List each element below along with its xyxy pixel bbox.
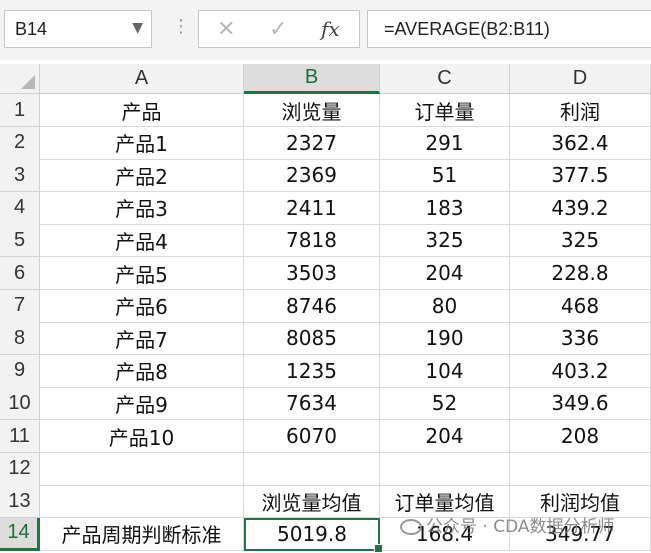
cell-a12[interactable] — [40, 452, 244, 486]
fill-handle[interactable] — [374, 544, 383, 553]
cell-a11[interactable]: 产品10 — [40, 420, 244, 453]
row-header-7[interactable]: 7 — [0, 289, 40, 323]
cell-a3[interactable]: 产品2 — [40, 159, 244, 193]
formula-bar: B14 ▼ ⋮ ✕ ✓ fx =AVERAGE(B2:B11) — [0, 0, 651, 60]
cell-a14[interactable]: 产品周期判断标准 — [40, 517, 244, 551]
cell-d8[interactable]: 336 — [510, 322, 651, 356]
formula-text: =AVERAGE(B2:B11) — [384, 19, 550, 39]
cell-d2[interactable]: 362.4 — [510, 126, 651, 160]
cell-a9[interactable]: 产品8 — [40, 354, 244, 388]
cell-b2[interactable]: 2327 — [244, 126, 380, 160]
cell-c6[interactable]: 204 — [380, 257, 510, 290]
cell-a6[interactable]: 产品5 — [40, 257, 244, 290]
cell-b8[interactable]: 8085 — [244, 322, 380, 356]
row-header-9[interactable]: 9 — [0, 354, 40, 388]
cell-d4[interactable]: 439.2 — [510, 191, 651, 225]
cell-d9[interactable]: 403.2 — [510, 354, 651, 388]
row-header-1[interactable]: 1 — [0, 94, 40, 127]
cell-c3[interactable]: 51 — [380, 159, 510, 193]
cell-c5[interactable]: 325 — [380, 224, 510, 258]
cell-c9[interactable]: 104 — [380, 354, 510, 388]
cell-a2[interactable]: 产品1 — [40, 126, 244, 160]
cell-a5[interactable]: 产品4 — [40, 224, 244, 258]
function-icon[interactable]: fx — [321, 17, 340, 41]
row-header-13[interactable]: 13 — [0, 485, 40, 519]
column-header-b[interactable]: B — [244, 64, 380, 94]
cell-c1[interactable]: 订单量 — [380, 94, 510, 127]
watermark: 公众号 · CDA数据分析师 — [400, 512, 615, 537]
column-header-d[interactable]: D — [510, 64, 651, 94]
cell-c11[interactable]: 204 — [380, 420, 510, 453]
column-header-a[interactable]: A — [40, 64, 244, 94]
cell-b12[interactable] — [244, 452, 380, 486]
name-box-value: B14 — [15, 19, 48, 39]
cell-b5[interactable]: 7818 — [244, 224, 380, 258]
row-header-8[interactable]: 8 — [0, 322, 40, 356]
cell-d11[interactable]: 208 — [510, 420, 651, 453]
cell-a7[interactable]: 产品6 — [40, 289, 244, 323]
formula-buttons: ✕ ✓ fx — [198, 10, 360, 48]
cell-a10[interactable]: 产品9 — [40, 387, 244, 421]
check-icon[interactable]: ✓ — [269, 17, 287, 42]
column-header-c[interactable]: C — [380, 64, 510, 94]
cell-a13[interactable] — [40, 485, 244, 519]
cell-b3[interactable]: 2369 — [244, 159, 380, 193]
cell-a1[interactable]: 产品 — [40, 94, 244, 127]
row-header-4[interactable]: 4 — [0, 191, 40, 225]
row-header-2[interactable]: 2 — [0, 126, 40, 160]
cell-c4[interactable]: 183 — [380, 191, 510, 225]
cell-b10[interactable]: 7634 — [244, 387, 380, 421]
cell-d6[interactable]: 228.8 — [510, 257, 651, 290]
select-all-button[interactable] — [0, 64, 40, 94]
formula-input[interactable]: =AVERAGE(B2:B11) — [367, 10, 651, 48]
cell-c8[interactable]: 190 — [380, 322, 510, 356]
cell-b4[interactable]: 2411 — [244, 191, 380, 225]
row-header-11[interactable]: 11 — [0, 420, 40, 453]
cell-c7[interactable]: 80 — [380, 289, 510, 323]
chevron-down-icon[interactable]: ▼ — [132, 20, 143, 36]
cell-b13[interactable]: 浏览量均值 — [244, 485, 380, 519]
cell-c2[interactable]: 291 — [380, 126, 510, 160]
cell-d3[interactable]: 377.5 — [510, 159, 651, 193]
cell-b11[interactable]: 6070 — [244, 420, 380, 453]
cell-c12[interactable] — [380, 452, 510, 486]
drag-handle-icon[interactable]: ⋮ — [172, 18, 190, 36]
cell-b14[interactable]: 5019.8 — [244, 517, 380, 551]
row-header-5[interactable]: 5 — [0, 224, 40, 258]
cell-b1[interactable]: 浏览量 — [244, 94, 380, 127]
row-header-12[interactable]: 12 — [0, 452, 40, 486]
row-header-14[interactable]: 14 — [0, 517, 40, 551]
cancel-icon[interactable]: ✕ — [217, 17, 235, 42]
cell-d12[interactable] — [510, 452, 651, 486]
cell-d1[interactable]: 利润 — [510, 94, 651, 127]
row-header-6[interactable]: 6 — [0, 257, 40, 290]
select-all-triangle-icon — [21, 75, 35, 89]
row-header-10[interactable]: 10 — [0, 387, 40, 421]
cell-a8[interactable]: 产品7 — [40, 322, 244, 356]
row-header-3[interactable]: 3 — [0, 159, 40, 193]
cell-b6[interactable]: 3503 — [244, 257, 380, 290]
cell-b7[interactable]: 8746 — [244, 289, 380, 323]
cell-d10[interactable]: 349.6 — [510, 387, 651, 421]
cell-b9[interactable]: 1235 — [244, 354, 380, 388]
wechat-icon — [400, 519, 422, 535]
cell-c10[interactable]: 52 — [380, 387, 510, 421]
watermark-text: 公众号 · CDA数据分析师 — [426, 517, 615, 537]
cell-a4[interactable]: 产品3 — [40, 191, 244, 225]
cell-d5[interactable]: 325 — [510, 224, 651, 258]
name-box[interactable]: B14 ▼ — [4, 10, 152, 48]
cell-d7[interactable]: 468 — [510, 289, 651, 323]
